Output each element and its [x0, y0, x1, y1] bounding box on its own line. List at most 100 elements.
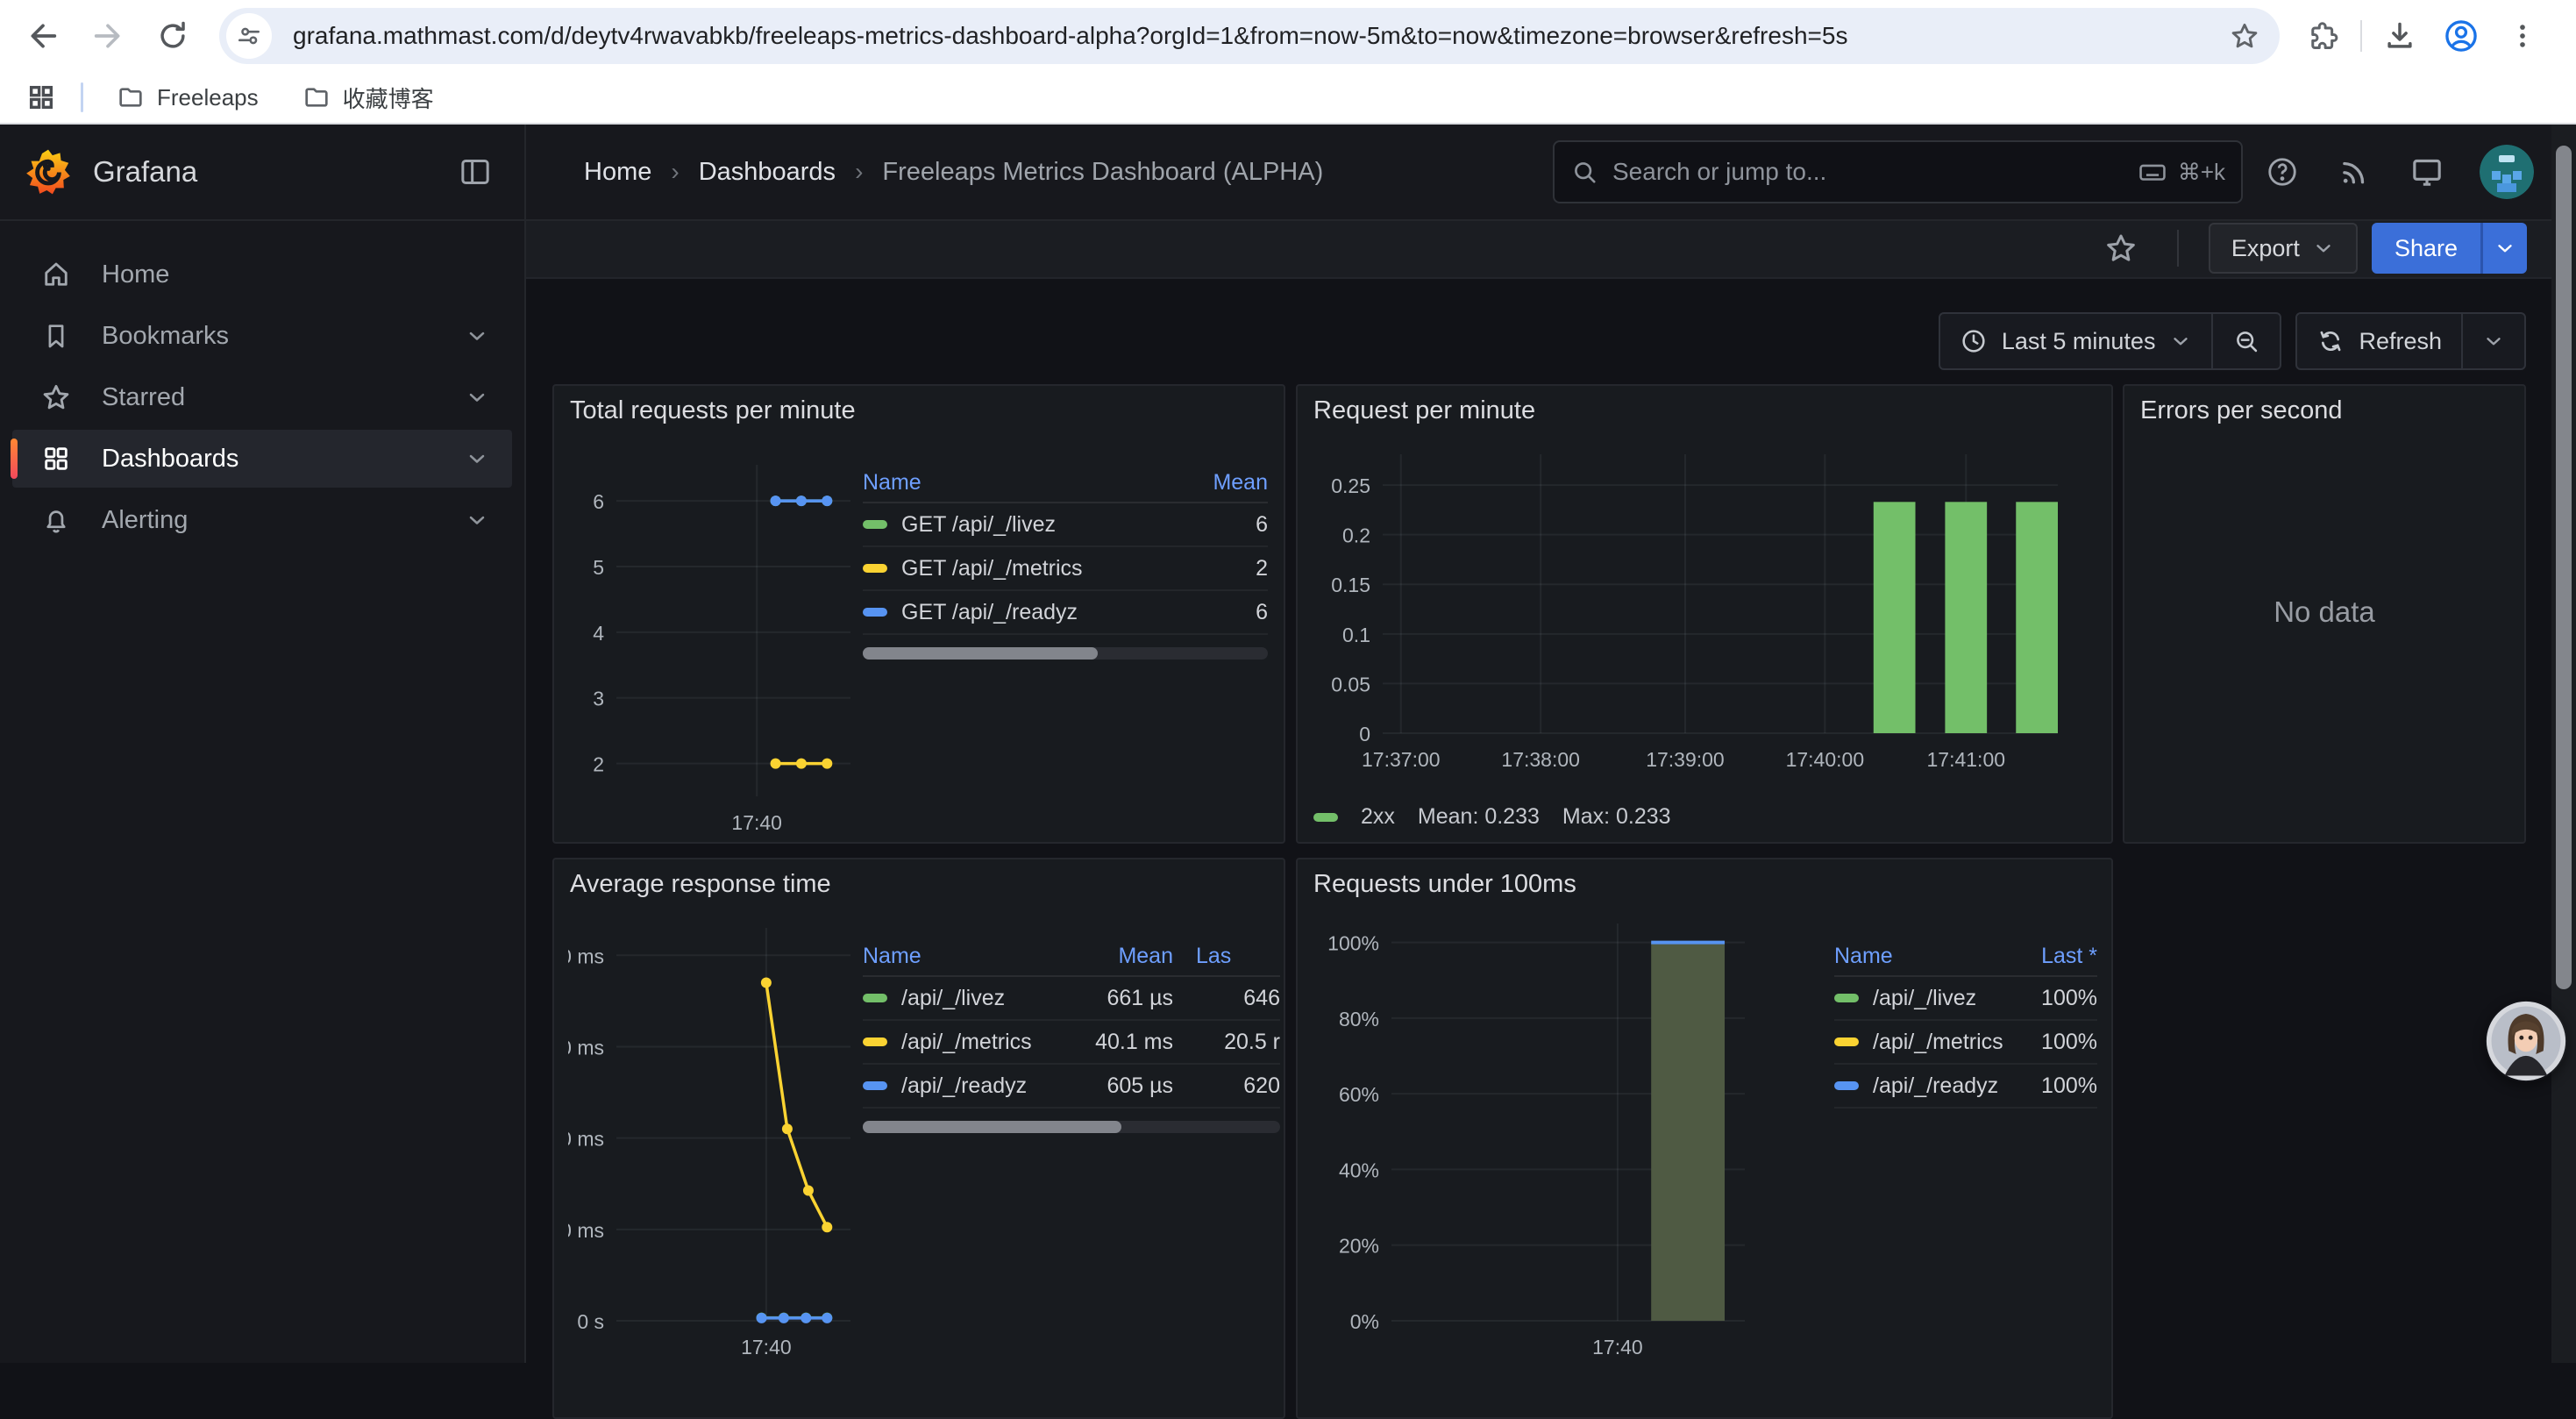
- series-name[interactable]: /api/_/livez: [1873, 986, 1976, 1011]
- url-input[interactable]: [291, 21, 2229, 51]
- export-button[interactable]: Export: [2209, 223, 2358, 274]
- downloads-icon[interactable]: [2380, 16, 2420, 56]
- svg-text:2: 2: [593, 753, 604, 776]
- series-name[interactable]: GET /api/_/livez: [901, 512, 1056, 538]
- series-value: 40.1 ms: [1042, 1030, 1173, 1055]
- menu-dots-icon[interactable]: [2502, 16, 2543, 56]
- refresh-interval-dropdown[interactable]: [2461, 314, 2524, 368]
- series-name[interactable]: /api/_/metrics: [1873, 1030, 2003, 1055]
- legend-scrollbar-thumb[interactable]: [863, 647, 1098, 660]
- chevron-down-icon[interactable]: [465, 385, 489, 410]
- series-name[interactable]: /api/_/livez: [901, 986, 1005, 1011]
- share-dropdown-button[interactable]: [2480, 223, 2527, 274]
- refresh-group: Refresh: [2295, 312, 2526, 370]
- zoom-out-button[interactable]: [2211, 314, 2280, 368]
- chevron-down-icon[interactable]: [465, 446, 489, 471]
- sidebar-item-home[interactable]: Home: [12, 246, 512, 303]
- panel-title[interactable]: Total requests per minute: [570, 396, 856, 425]
- bell-icon: [39, 505, 74, 535]
- address-bar[interactable]: [219, 8, 2280, 64]
- svg-text:40 ms: 40 ms: [568, 1128, 604, 1151]
- profile-icon[interactable]: [2441, 16, 2481, 56]
- series-name[interactable]: /api/_/readyz: [1873, 1073, 1998, 1099]
- breadcrumb-home[interactable]: Home: [584, 158, 651, 187]
- series-color-pill: [863, 564, 887, 573]
- extensions-icon[interactable]: [2302, 16, 2343, 56]
- legend-row[interactable]: GET /api/_/readyz6: [863, 591, 1268, 635]
- legend-row[interactable]: /api/_/metrics40.1 ms20.5 r: [863, 1021, 1280, 1065]
- monitor-icon[interactable]: [2409, 154, 2444, 189]
- news-rss-icon[interactable]: [2338, 155, 2371, 189]
- actions-divider: [2177, 230, 2179, 267]
- refresh-label: Refresh: [2359, 328, 2442, 355]
- series-name[interactable]: GET /api/_/readyz: [901, 600, 1078, 625]
- chevron-down-icon[interactable]: [465, 324, 489, 348]
- legend-row[interactable]: /api/_/livez661 µs646: [863, 977, 1280, 1021]
- page-scrollbar[interactable]: [2551, 125, 2576, 1363]
- dashboards-grid-icon: [39, 444, 74, 474]
- series-name[interactable]: /api/_/readyz: [901, 1073, 1027, 1099]
- apps-grid-icon[interactable]: [26, 82, 56, 112]
- chart-canvas[interactable]: 100%80%60%40%20%0%17:40: [1312, 902, 1803, 1375]
- forward-icon[interactable]: [88, 16, 128, 56]
- search-field[interactable]: [1611, 157, 2138, 187]
- sidebar-item-bookmarks[interactable]: Bookmarks: [12, 307, 512, 365]
- svg-text:6: 6: [593, 490, 604, 513]
- user-avatar[interactable]: [2480, 145, 2534, 199]
- series-name[interactable]: /api/_/metrics: [901, 1030, 1032, 1055]
- bookmark-folder-blogs[interactable]: 收藏博客: [292, 76, 445, 119]
- sidebar: Home Bookmarks Starred Dashboards: [0, 219, 526, 1363]
- reload-icon[interactable]: [153, 16, 193, 56]
- search-input[interactable]: ⌘+k: [1553, 140, 2243, 203]
- svg-text:17:39:00: 17:39:00: [1646, 748, 1725, 771]
- breadcrumb-dashboards[interactable]: Dashboards: [699, 158, 836, 187]
- legend-row[interactable]: GET /api/_/livez6: [863, 503, 1268, 547]
- chevron-down-icon[interactable]: [465, 508, 489, 532]
- panel-title[interactable]: Request per minute: [1313, 396, 1535, 425]
- series-value: 605 µs: [1042, 1073, 1173, 1099]
- site-settings-icon[interactable]: [226, 13, 272, 59]
- svg-text:17:40: 17:40: [731, 811, 782, 833]
- legend-scrollbar-thumb[interactable]: [863, 1121, 1121, 1133]
- series-color-pill: [1834, 994, 1859, 1002]
- series-name[interactable]: GET /api/_/metrics: [901, 556, 1083, 581]
- share-button[interactable]: Share: [2372, 223, 2480, 274]
- floating-avatar-button[interactable]: [2485, 1000, 2567, 1082]
- time-range-picker[interactable]: Last 5 minutes: [1940, 314, 2212, 368]
- sidebar-toggle-icon[interactable]: [458, 154, 493, 189]
- back-icon[interactable]: [23, 16, 63, 56]
- bookmark-icon: [39, 321, 74, 351]
- panel-title[interactable]: Errors per second: [2140, 396, 2343, 425]
- legend-row[interactable]: /api/_/livez100%: [1834, 977, 2097, 1021]
- panel-request-per-minute: Request per minute 0.250.20.150.10.05017…: [1296, 384, 2113, 844]
- sidebar-item-starred[interactable]: Starred: [12, 368, 512, 426]
- bookmark-star-icon[interactable]: [2229, 20, 2260, 52]
- scrollbar-thumb[interactable]: [2556, 146, 2572, 989]
- legend-line[interactable]: 2xx Mean: 0.233 Max: 0.233: [1313, 804, 1671, 830]
- sidebar-item-label: Home: [102, 260, 169, 289]
- legend-table: NameMeanLas/api/_/livez661 µs646/api/_/m…: [863, 937, 1280, 1133]
- legend-scrollbar[interactable]: [863, 647, 1268, 660]
- chart-canvas[interactable]: 6543217:40: [568, 428, 857, 833]
- bookmark-folder-freeleaps[interactable]: Freeleaps: [106, 78, 269, 117]
- panel-title[interactable]: Average response time: [570, 870, 831, 899]
- legend-scrollbar[interactable]: [863, 1121, 1280, 1133]
- chart-canvas[interactable]: 80 ms60 ms40 ms20 ms0 s17:40: [568, 902, 857, 1375]
- legend-table: NameMeanGET /api/_/livez6GET /api/_/metr…: [863, 463, 1268, 660]
- panel-title[interactable]: Requests under 100ms: [1313, 870, 1576, 899]
- favorite-star-icon[interactable]: [2103, 231, 2138, 266]
- legend-row[interactable]: /api/_/readyz100%: [1834, 1065, 2097, 1109]
- svg-text:0.1: 0.1: [1342, 624, 1370, 646]
- grafana-logo-icon[interactable]: [25, 147, 72, 196]
- sidebar-item-alerting[interactable]: Alerting: [12, 491, 512, 549]
- legend-row[interactable]: GET /api/_/metrics 2: [863, 547, 1268, 591]
- chart-canvas[interactable]: 0.250.20.150.10.05017:37:0017:38:0017:39…: [1312, 428, 2101, 775]
- brand-name: Grafana: [93, 155, 197, 189]
- sidebar-item-dashboards[interactable]: Dashboards: [12, 430, 512, 488]
- series-color-pill: [1834, 1081, 1859, 1090]
- series-value: 2: [1156, 556, 1268, 581]
- refresh-button[interactable]: Refresh: [2297, 314, 2461, 368]
- legend-row[interactable]: /api/_/readyz605 µs620: [863, 1065, 1280, 1109]
- legend-row[interactable]: /api/_/metrics100%: [1834, 1021, 2097, 1065]
- help-icon[interactable]: [2266, 155, 2299, 189]
